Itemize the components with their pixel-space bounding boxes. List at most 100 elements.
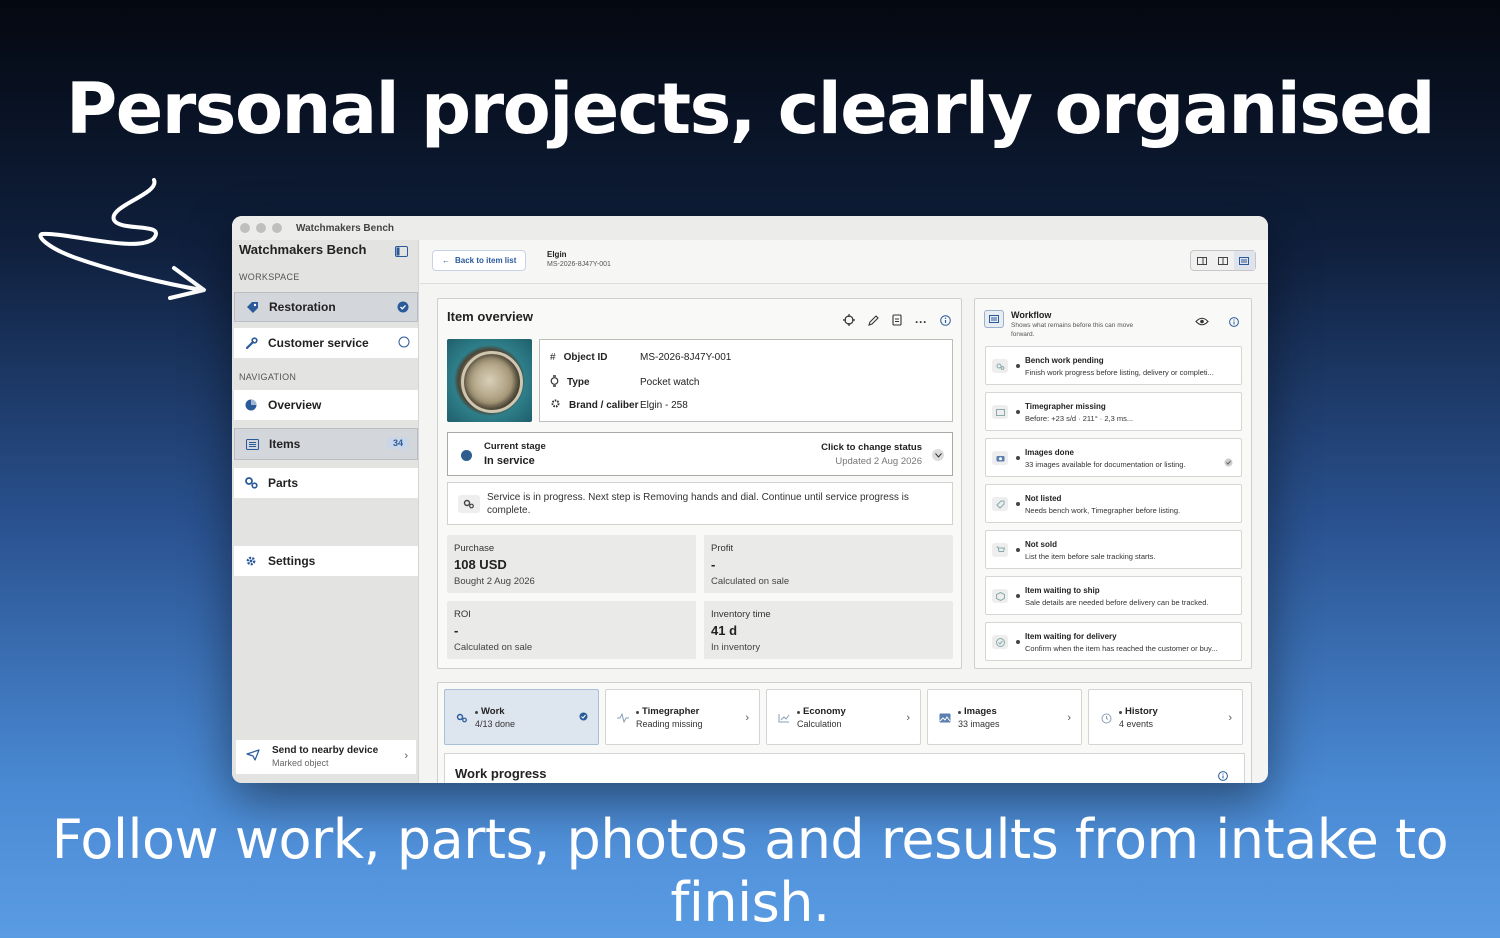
service-note-text: Service is in progress. Next step is Rem… xyxy=(487,492,909,516)
workflow-item[interactable]: Not sold List the item before sale track… xyxy=(985,530,1242,569)
send-to-nearby-device-button[interactable]: Send to nearby device Marked object › xyxy=(236,740,416,774)
info-icon[interactable] xyxy=(1218,768,1228,783)
info-icon[interactable] xyxy=(1229,314,1239,332)
metric-inventory-time: Inventory time 41 d In inventory xyxy=(704,601,953,659)
tab-title: Economy xyxy=(803,706,846,717)
tab-economy[interactable]: Economy Calculation › xyxy=(766,689,921,745)
sidebar-item-label: Restoration xyxy=(269,300,336,314)
chevron-right-icon: › xyxy=(1228,712,1232,724)
sidebar-item-label: Customer service xyxy=(268,336,369,350)
tab-images[interactable]: Images 33 images › xyxy=(927,689,1082,745)
window-title: Watchmakers Bench xyxy=(296,222,394,234)
stage-status-dot xyxy=(461,450,472,461)
workflow-subtitle: Shows what remains before this can move … xyxy=(1011,322,1134,338)
list-icon xyxy=(245,437,259,451)
item-overview-panel: Item overview ··· # Object ID MS-2026-8J4… xyxy=(437,298,962,669)
clock-icon xyxy=(1099,712,1113,724)
sidebar-item-settings[interactable]: Settings xyxy=(234,546,418,576)
chevron-right-icon: › xyxy=(906,712,910,724)
minimize-traffic-light[interactable] xyxy=(256,223,266,233)
hash-icon: # xyxy=(550,352,556,363)
send-title: Send to nearby device xyxy=(272,745,379,756)
metric-sub: Bought 2 Aug 2026 xyxy=(454,576,535,587)
breadcrumb-title: Elgin xyxy=(547,250,567,259)
pulse-icon xyxy=(616,712,630,724)
workflow-item[interactable]: Item waiting to ship Sale details are ne… xyxy=(985,576,1242,615)
workflow-item-desc: Sale details are needed before delivery … xyxy=(1025,598,1209,607)
view-split-icon[interactable] xyxy=(1212,251,1233,270)
workflow-item[interactable]: Images done 33 images available for docu… xyxy=(985,438,1242,477)
sidebar-item-restoration[interactable]: Restoration xyxy=(234,292,418,322)
workflow-item-desc: Confirm when the item has reached the cu… xyxy=(1025,644,1218,653)
metric-sub: In inventory xyxy=(711,642,761,653)
sidebar-item-overview[interactable]: Overview xyxy=(234,390,418,420)
document-icon[interactable] xyxy=(892,313,902,331)
info-icon[interactable] xyxy=(940,313,951,331)
workflow-item[interactable]: Bench work pending Finish work progress … xyxy=(985,346,1242,385)
gears-icon xyxy=(244,476,258,490)
tab-subtitle: Calculation xyxy=(797,719,842,729)
change-status-hint: Click to change status xyxy=(821,442,922,453)
metric-value: - xyxy=(711,557,716,572)
sidebar-item-label: Settings xyxy=(268,554,316,568)
eye-icon[interactable] xyxy=(1195,313,1209,331)
view-single-icon[interactable] xyxy=(1191,251,1212,270)
sidebar-item-parts[interactable]: Parts xyxy=(234,468,418,498)
chart-icon xyxy=(777,712,791,724)
app-window: Watchmakers Bench Watchmakers Bench WORK… xyxy=(232,216,1268,783)
identity-box: # Object ID MS-2026-8J47Y-001 Type Pocket… xyxy=(539,339,953,422)
close-traffic-light[interactable] xyxy=(240,223,250,233)
headline: Personal projects, clearly organised xyxy=(65,68,1436,150)
workflow-item-title: Item waiting for delivery xyxy=(1025,632,1117,641)
selected-check-icon xyxy=(397,301,409,316)
current-stage-selector[interactable]: Current stage In service Click to change… xyxy=(447,432,953,476)
object-id-value: MS-2026-8J47Y-001 xyxy=(640,352,732,363)
metric-sub: Calculated on sale xyxy=(454,642,533,653)
metric-label: Profit xyxy=(711,543,734,554)
crosshair-icon[interactable] xyxy=(843,313,855,331)
tab-work[interactable]: Work 4/13 done xyxy=(444,689,599,745)
brand-label: Brand / caliber xyxy=(569,399,639,411)
gears-icon xyxy=(458,495,480,513)
tab-timegrapher[interactable]: Timegrapher Reading missing › xyxy=(605,689,760,745)
metric-label: ROI xyxy=(454,609,471,620)
sidebar-item-label: Overview xyxy=(268,398,322,412)
workflow-item-desc: Needs bench work, Timegrapher before lis… xyxy=(1025,506,1181,515)
unselected-circle-icon xyxy=(398,336,410,351)
item-overview-title: Item overview xyxy=(447,309,533,324)
watch-photo[interactable] xyxy=(447,339,532,422)
back-to-item-list-button[interactable]: ← Back to item list xyxy=(432,250,527,271)
workflow-item-title: Timegrapher missing xyxy=(1025,402,1106,411)
more-options-icon[interactable]: ··· xyxy=(915,316,927,328)
tab-title: Timegrapher xyxy=(642,706,700,717)
pie-chart-icon xyxy=(244,398,258,412)
tab-subtitle: 4 events xyxy=(1119,719,1154,729)
tab-history[interactable]: History 4 events › xyxy=(1088,689,1243,745)
workflow-item-desc: Finish work progress before listing, del… xyxy=(1025,368,1214,377)
sidebar-item-customer-service[interactable]: Customer service xyxy=(234,328,418,358)
sidebar: Watchmakers Bench WORKSPACE Restoration … xyxy=(232,240,419,783)
metric-label: Purchase xyxy=(454,543,495,554)
view-list-icon[interactable] xyxy=(1233,251,1255,270)
sidebar-toggle-icon[interactable] xyxy=(395,244,408,262)
edit-pencil-icon[interactable] xyxy=(868,313,879,331)
workflow-item[interactable]: Timegrapher missing Before: +23 s/d · 21… xyxy=(985,392,1242,431)
image-icon xyxy=(938,712,952,724)
tab-title: Images xyxy=(964,706,997,717)
workflow-item-desc: 33 images available for documentation or… xyxy=(1025,460,1186,469)
metric-value: 108 USD xyxy=(454,557,507,572)
type-label: Type xyxy=(567,377,590,388)
cart-icon xyxy=(992,543,1008,557)
workflow-item[interactable]: Not listed Needs bench work, Timegrapher… xyxy=(985,484,1242,523)
workflow-icon xyxy=(984,310,1004,328)
sidebar-item-items[interactable]: Items 34 xyxy=(234,428,418,460)
main-content: ← Back to item list Elgin MS-2026-8J47Y-… xyxy=(420,240,1268,783)
image-icon xyxy=(992,405,1008,419)
tab-subtitle: 33 images xyxy=(958,719,1000,729)
section-tabs: Work 4/13 done Timegrapher Reading missi… xyxy=(437,682,1252,783)
workflow-item[interactable]: Item waiting for delivery Confirm when t… xyxy=(985,622,1242,661)
zoom-traffic-light[interactable] xyxy=(272,223,282,233)
workflow-item-title: Bench work pending xyxy=(1025,356,1104,365)
chevron-right-icon: › xyxy=(745,712,749,724)
workflow-item-title: Not sold xyxy=(1025,540,1057,549)
